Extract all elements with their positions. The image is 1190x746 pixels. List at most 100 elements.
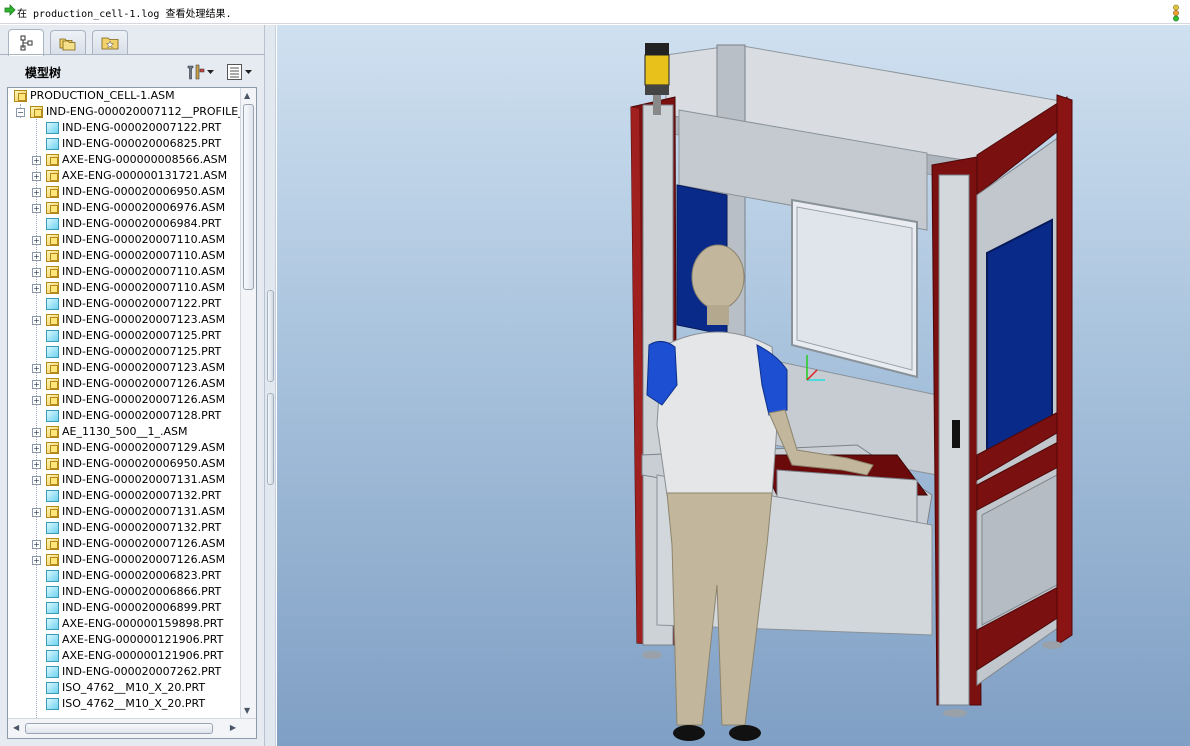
- scroll-left-arrow-icon[interactable]: ◀: [13, 723, 19, 732]
- tree-item-label: IND-ENG-000020007132.PRT: [62, 521, 222, 534]
- expand-icon[interactable]: +: [32, 556, 41, 565]
- tree-item[interactable]: AXE-ENG-000000121906.PRT: [8, 648, 240, 664]
- tree-item[interactable]: + AXE-ENG-000000131721.ASM: [8, 168, 240, 184]
- tree-item[interactable]: + IND-ENG-000020007123.ASM: [8, 360, 240, 376]
- expand-icon[interactable]: +: [32, 252, 41, 261]
- tree-item-label: IND-ENG-000020007126.ASM: [62, 393, 226, 406]
- chevron-down-icon: [245, 70, 252, 74]
- tree-item[interactable]: IND-ENG-000020006899.PRT: [8, 600, 240, 616]
- expand-icon[interactable]: +: [32, 540, 41, 549]
- expand-icon[interactable]: +: [32, 428, 41, 437]
- expand-icon[interactable]: +: [32, 476, 41, 485]
- tree-item[interactable]: + IND-ENG-000020007131.ASM: [8, 472, 240, 488]
- expand-icon[interactable]: +: [32, 188, 41, 197]
- expand-icon[interactable]: +: [32, 236, 41, 245]
- tree-settings-button[interactable]: [186, 62, 215, 82]
- tree-item[interactable]: AXE-ENG-000000159898.PRT: [8, 616, 240, 632]
- assembly-icon: [46, 506, 59, 518]
- tools-icon: [187, 64, 205, 80]
- tree-item[interactable]: + IND-ENG-000020007110.ASM: [8, 232, 240, 248]
- tree-item[interactable]: ISO_4762__M10_X_20.PRT: [8, 680, 240, 696]
- tree-root[interactable]: PRODUCTION_CELL-1.ASM: [8, 88, 240, 104]
- tree-vertical-scrollbar[interactable]: ▲ ▼: [240, 88, 256, 718]
- tree-item[interactable]: + IND-ENG-000020007126.ASM: [8, 376, 240, 392]
- expand-icon[interactable]: +: [32, 364, 41, 373]
- expand-icon[interactable]: +: [32, 380, 41, 389]
- favorites-tab[interactable]: [92, 30, 128, 55]
- tree-item[interactable]: IND-ENG-000020007132.PRT: [8, 520, 240, 536]
- tree-item[interactable]: + IND-ENG-000020007126.ASM: [8, 392, 240, 408]
- tree-item[interactable]: − IND-ENG-000020007112__PROFILE_T.: [8, 104, 240, 120]
- part-icon: [46, 586, 59, 598]
- tree-item[interactable]: + IND-ENG-000020007110.ASM: [8, 264, 240, 280]
- assembly-icon: [46, 474, 59, 486]
- traffic-light-icon[interactable]: [1171, 4, 1181, 22]
- tree-item[interactable]: IND-ENG-000020007132.PRT: [8, 488, 240, 504]
- collapse-icon[interactable]: −: [16, 108, 25, 117]
- tree-item-label: IND-ENG-000020007112__PROFILE_T.: [46, 105, 240, 118]
- tree-item[interactable]: + IND-ENG-000020007110.ASM: [8, 248, 240, 264]
- graphics-viewport[interactable]: [277, 25, 1190, 746]
- assembly-icon: [46, 378, 59, 390]
- expand-icon[interactable]: +: [32, 396, 41, 405]
- tree-item-label: IND-ENG-000020007110.ASM: [62, 265, 226, 278]
- expand-icon[interactable]: +: [32, 204, 41, 213]
- tree-item[interactable]: + IND-ENG-000020006950.ASM: [8, 184, 240, 200]
- green-arrow-icon: [4, 4, 16, 16]
- model-tree-tab[interactable]: [8, 29, 44, 56]
- folder-browser-tab[interactable]: [50, 30, 86, 55]
- tree-show-button[interactable]: [226, 62, 253, 82]
- part-icon: [46, 666, 59, 678]
- expand-icon[interactable]: +: [32, 444, 41, 453]
- tree-item[interactable]: AXE-ENG-000000121906.PRT: [8, 632, 240, 648]
- expand-icon[interactable]: +: [32, 508, 41, 517]
- tree-item[interactable]: + AE_1130_500__1_.ASM: [8, 424, 240, 440]
- tree-item[interactable]: IND-ENG-000020007122.PRT: [8, 120, 240, 136]
- scroll-down-arrow-icon[interactable]: ▼: [244, 706, 250, 715]
- tree-item[interactable]: IND-ENG-000020006866.PRT: [8, 584, 240, 600]
- tree-item[interactable]: + IND-ENG-000020006950.ASM: [8, 456, 240, 472]
- tree-item[interactable]: IND-ENG-000020007262.PRT: [8, 664, 240, 680]
- tree-item[interactable]: IND-ENG-000020006984.PRT: [8, 216, 240, 232]
- assembly-icon: [46, 426, 59, 438]
- tree-item-label: AXE-ENG-000000159898.PRT: [62, 617, 224, 630]
- tree-item[interactable]: IND-ENG-000020007128.PRT: [8, 408, 240, 424]
- tree-item[interactable]: IND-ENG-000020006823.PRT: [8, 568, 240, 584]
- splitter-grip-bottom[interactable]: [267, 393, 274, 485]
- splitter-grip-top[interactable]: [267, 290, 274, 382]
- expand-icon[interactable]: +: [32, 268, 41, 277]
- tree-item-label: AXE-ENG-000000008566.ASM: [62, 153, 228, 166]
- tree-item[interactable]: ISO_4762__M10_X_20.PRT: [8, 696, 240, 712]
- tree-item[interactable]: + IND-ENG-000020006976.ASM: [8, 200, 240, 216]
- tree-item[interactable]: IND-ENG-000020007125.PRT: [8, 344, 240, 360]
- vertical-scroll-thumb[interactable]: [243, 104, 254, 290]
- expand-icon[interactable]: +: [32, 156, 41, 165]
- scroll-up-arrow-icon[interactable]: ▲: [244, 91, 250, 100]
- scroll-right-arrow-icon[interactable]: ▶: [230, 723, 236, 732]
- assembly-icon: [46, 266, 59, 278]
- star-icon: [101, 37, 119, 50]
- assembly-icon: [46, 538, 59, 550]
- tree-item[interactable]: IND-ENG-000020006825.PRT: [8, 136, 240, 152]
- expand-icon[interactable]: +: [32, 284, 41, 293]
- part-icon: [46, 682, 59, 694]
- tree-item[interactable]: + IND-ENG-000020007123.ASM: [8, 312, 240, 328]
- expand-icon[interactable]: +: [32, 460, 41, 469]
- tree-item[interactable]: + IND-ENG-000020007126.ASM: [8, 536, 240, 552]
- tree-item[interactable]: + AXE-ENG-000000008566.ASM: [8, 152, 240, 168]
- tree-item[interactable]: + IND-ENG-000020007131.ASM: [8, 504, 240, 520]
- panel-splitter[interactable]: [265, 25, 276, 746]
- tree-item-label: IND-ENG-000020006825.PRT: [62, 137, 222, 150]
- tree-horizontal-scrollbar[interactable]: ◀ ▶: [8, 718, 256, 738]
- tree-item[interactable]: + IND-ENG-000020007126.ASM: [8, 552, 240, 568]
- tree-item[interactable]: IND-ENG-000020007122.PRT: [8, 296, 240, 312]
- horizontal-scroll-thumb[interactable]: [25, 723, 213, 734]
- production-cell-model[interactable]: [277, 25, 1190, 746]
- expand-icon[interactable]: +: [32, 316, 41, 325]
- tree-item[interactable]: + IND-ENG-000020007129.ASM: [8, 440, 240, 456]
- assembly-icon: [46, 234, 59, 246]
- expand-icon[interactable]: +: [32, 172, 41, 181]
- tree-item[interactable]: + IND-ENG-000020007110.ASM: [8, 280, 240, 296]
- tree-item-label: ISO_4762__M10_X_20.PRT: [62, 681, 206, 694]
- tree-item[interactable]: IND-ENG-000020007125.PRT: [8, 328, 240, 344]
